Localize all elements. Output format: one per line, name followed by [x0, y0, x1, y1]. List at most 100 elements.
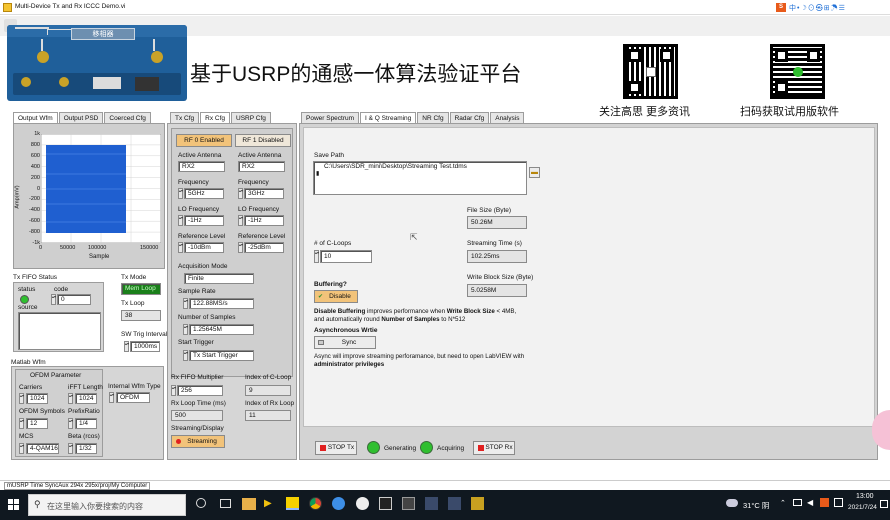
- rf0-antenna-select[interactable]: RX2: [178, 161, 225, 172]
- rf1-lo-field[interactable]: -1Hz: [244, 215, 284, 226]
- start-trigger-select[interactable]: Tx Start Trigger: [189, 350, 254, 361]
- code-stepper[interactable]: ▴▾: [51, 294, 56, 305]
- chrome-icon[interactable]: [309, 497, 322, 510]
- sync-toggle-button[interactable]: Sync: [314, 336, 376, 349]
- tab-tx-cfg[interactable]: Tx Cfg: [170, 112, 200, 123]
- carriers-stepper[interactable]: ▴▾: [19, 393, 24, 404]
- tab-rx-cfg[interactable]: Rx Cfg: [200, 112, 231, 123]
- left-tabs: Output Wfm Output PSD Coerced Cfg: [13, 112, 151, 123]
- tab-output-psd[interactable]: Output PSD: [58, 112, 104, 123]
- save-path-field[interactable]: C:\Users\SDR_mini\Desktop\Streaming Test…: [313, 161, 527, 195]
- network-icon[interactable]: [793, 499, 802, 506]
- multitask-icon[interactable]: [220, 499, 231, 508]
- taskbar-search-box[interactable]: ⚲ 在这里输入你要搜索的内容: [28, 494, 186, 516]
- rf1-lo-stepper[interactable]: ▴▾: [238, 215, 243, 226]
- cloops-stepper[interactable]: ▴▾: [314, 250, 319, 263]
- acq-mode-select[interactable]: Finite: [184, 273, 254, 284]
- tab-usrp-cfg[interactable]: USRP Cfg: [231, 112, 271, 123]
- beta-stepper[interactable]: ▴▾: [68, 443, 73, 454]
- rf1-ref-field[interactable]: -25dBm: [244, 242, 284, 253]
- task-view-icon[interactable]: [196, 498, 206, 508]
- tab-output-wfm[interactable]: Output Wfm: [13, 112, 58, 123]
- terminal-icon[interactable]: [379, 497, 392, 510]
- tx-mode-label: Tx Mode: [121, 274, 147, 281]
- tray-icon-shirt[interactable]: ☂: [831, 5, 839, 12]
- tray-icon-moon[interactable]: ☽: [800, 5, 807, 12]
- rf0-lo-field[interactable]: -1Hz: [184, 215, 224, 226]
- sw-trig-stepper[interactable]: ▴▾: [124, 341, 129, 352]
- browser-icon[interactable]: [332, 497, 345, 510]
- internal-wfm-stepper[interactable]: ▴▾: [109, 392, 114, 403]
- player-icon[interactable]: [356, 497, 369, 510]
- ime-icon[interactable]: [820, 498, 829, 507]
- rf0-freq-stepper[interactable]: ▴▾: [178, 188, 183, 199]
- tray-icon-target[interactable]: ⊙: [808, 5, 816, 12]
- symbols-stepper[interactable]: ▴▾: [19, 418, 24, 429]
- tray-icon-keyboard[interactable]: ㉿: [816, 5, 824, 12]
- mcs-field[interactable]: 4-QAM16: [26, 443, 59, 454]
- rf1-antenna-select[interactable]: RX2: [238, 161, 285, 172]
- rf1-ref-stepper[interactable]: ▴▾: [238, 242, 243, 253]
- start-windows-icon[interactable]: [8, 499, 20, 511]
- prefix-stepper[interactable]: ▴▾: [68, 418, 73, 429]
- y-tick: -200: [28, 196, 40, 203]
- browse-folder-button[interactable]: ▬: [529, 167, 540, 178]
- internal-wfm-field[interactable]: OFDM: [116, 392, 150, 403]
- streaming-button[interactable]: Streaming: [171, 435, 225, 448]
- buffering-button-label: Disable: [329, 293, 351, 300]
- rf1-freq-stepper[interactable]: ▴▾: [238, 188, 243, 199]
- labview-icon[interactable]: [286, 497, 299, 510]
- tab-analysis[interactable]: Analysis: [490, 112, 525, 123]
- clock-date[interactable]: 2021/7/24: [848, 504, 877, 511]
- source-label: source: [18, 304, 38, 311]
- ime-logo-icon[interactable]: S: [776, 3, 786, 12]
- explorer-icon[interactable]: [242, 498, 256, 510]
- start-trigger-stepper[interactable]: ▴▾: [183, 350, 188, 361]
- num-samples-field[interactable]: 1.25645M: [189, 324, 254, 335]
- prefix-field[interactable]: 1/4: [75, 418, 97, 429]
- rf0-enable-button[interactable]: RF 0 Enabled: [176, 134, 232, 147]
- ifft-field[interactable]: 1024: [75, 393, 97, 404]
- tray-icon-grid[interactable]: ⊞: [824, 5, 831, 12]
- app-icon-2[interactable]: [425, 497, 438, 510]
- rf0-lo-stepper[interactable]: ▴▾: [178, 215, 183, 226]
- carriers-field[interactable]: 1024: [26, 393, 48, 404]
- tab-nr-cfg[interactable]: NR Cfg: [417, 112, 449, 123]
- ime-mode-icon[interactable]: [834, 498, 843, 507]
- sample-rate-stepper[interactable]: ▴▾: [183, 298, 188, 309]
- rf0-ref-stepper[interactable]: ▴▾: [178, 242, 183, 253]
- clock-time[interactable]: 13:00: [856, 493, 874, 500]
- sw-trig-field: 1000ms: [130, 341, 160, 352]
- symbols-field[interactable]: 12: [26, 418, 48, 429]
- cloops-field[interactable]: 10: [320, 250, 372, 263]
- store-icon[interactable]: ▶: [264, 498, 276, 510]
- num-samples-stepper[interactable]: ▴▾: [183, 324, 188, 335]
- rf0-freq-field[interactable]: 5GHz: [184, 188, 224, 199]
- stop-rx-button[interactable]: STOP Rx: [473, 441, 515, 455]
- beta-field[interactable]: 1/32: [75, 443, 97, 454]
- app-icon-1[interactable]: [402, 497, 415, 510]
- sample-rate-field[interactable]: 122.88MS/s: [189, 298, 254, 309]
- notification-icon[interactable]: [880, 500, 888, 508]
- mcs-stepper[interactable]: ▴▾: [19, 443, 24, 454]
- cloops-label: # of C-Loops: [314, 240, 352, 247]
- rf0-ref-field[interactable]: -10dBm: [184, 242, 224, 253]
- app-icon-4[interactable]: [471, 497, 484, 510]
- rf1-freq-field[interactable]: 3GHz: [244, 188, 284, 199]
- fifo-mult-stepper[interactable]: ▴▾: [171, 385, 176, 396]
- tab-iq-streaming[interactable]: I & Q Streaming: [360, 112, 417, 123]
- buffering-toggle-button[interactable]: ✔ Disable: [314, 290, 358, 303]
- rf1-enable-button[interactable]: RF 1 Disabled: [235, 134, 291, 147]
- fifo-mult-field[interactable]: 256: [177, 385, 223, 396]
- tray-overflow-icon[interactable]: ⌃: [780, 499, 786, 507]
- tray-icon-cn[interactable]: 中: [789, 5, 797, 12]
- ifft-stepper[interactable]: ▴▾: [68, 393, 73, 404]
- tab-power-spectrum[interactable]: Power Spectrum: [301, 112, 360, 123]
- app-icon-3[interactable]: [448, 497, 461, 510]
- stop-tx-button[interactable]: STOP Tx: [315, 441, 357, 455]
- weather-text[interactable]: 31°C 阴: [743, 500, 769, 511]
- tab-coerced-cfg[interactable]: Coerced Cfg: [104, 112, 151, 123]
- tray-icon-menu[interactable]: ☰: [839, 5, 846, 12]
- volume-icon[interactable]: ◀: [807, 498, 813, 507]
- tab-radar-cfg[interactable]: Radar Cfg: [449, 112, 490, 123]
